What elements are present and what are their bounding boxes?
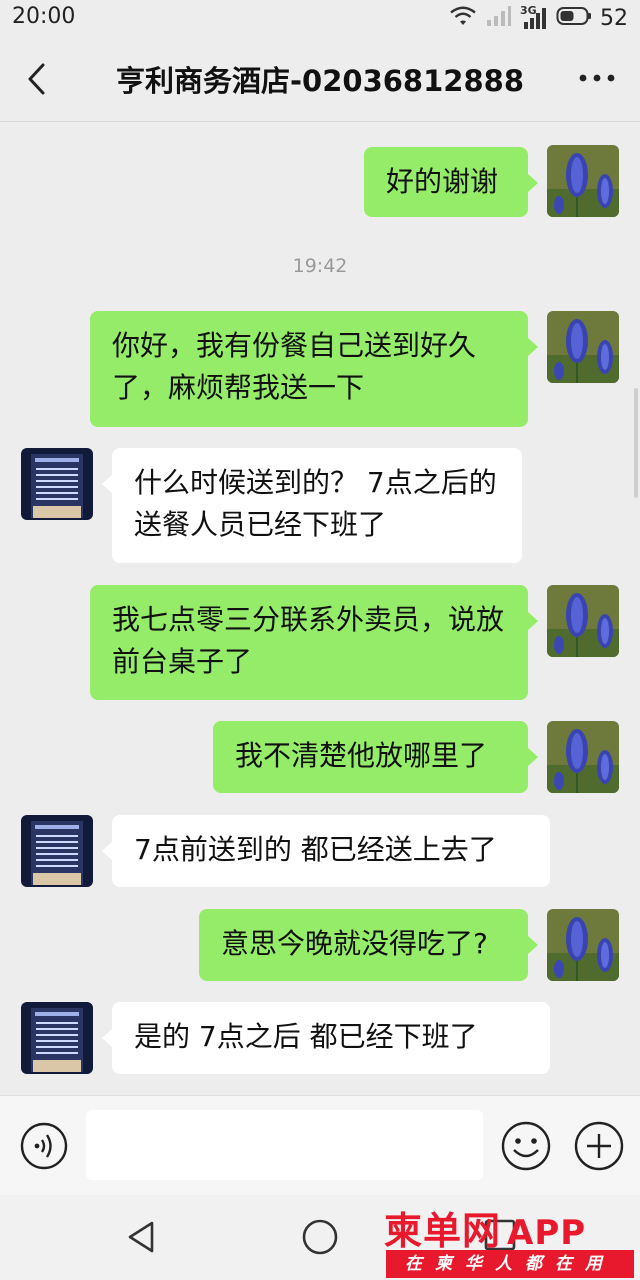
avatar[interactable] — [21, 448, 93, 520]
status-icons: 3G 52 — [448, 4, 628, 32]
message-input[interactable] — [86, 1110, 483, 1180]
nav-back-icon — [128, 1221, 154, 1253]
battery-level: 52 — [600, 5, 628, 31]
voice-button[interactable] — [20, 1122, 68, 1170]
scrollbar[interactable] — [634, 388, 638, 498]
signal-3g-icon: 3G — [520, 4, 548, 30]
plus-icon — [574, 1121, 624, 1171]
more-button[interactable] — [572, 58, 622, 98]
message-bubble-outgoing[interactable]: 意思今晚就没得吃了? — [199, 909, 538, 981]
watermark-brand: 柬单网 — [384, 1209, 502, 1253]
message-bubble-outgoing[interactable]: 我不清楚他放哪里了 — [213, 721, 538, 793]
chat-header: 亨利商务酒店-02036812888 — [0, 36, 640, 122]
more-functions-button[interactable] — [573, 1120, 625, 1172]
nav-back-button[interactable] — [124, 1219, 160, 1255]
chat-title: 亨利商务酒店-02036812888 — [116, 64, 524, 98]
watermark-main: 柬单网 APP — [384, 1200, 586, 1255]
message-bubble-outgoing[interactable]: 你好，我有份餐自己送到好久了，麻烦帮我送一下 — [90, 311, 538, 427]
status-time: 20:00 — [12, 4, 76, 29]
message-bubble-incoming[interactable]: 什么时候送到的？ 7点之后的 送餐人员已经下班了 — [102, 448, 522, 563]
more-dots-icon — [579, 74, 615, 82]
chevron-left-icon — [28, 63, 45, 95]
avatar[interactable] — [547, 909, 619, 981]
watermark-app: APP — [507, 1213, 587, 1253]
nav-home-icon — [302, 1219, 338, 1255]
back-button[interactable] — [14, 54, 58, 104]
watermark-slogan: 在柬华人都在用 — [386, 1250, 634, 1278]
avatar[interactable] — [547, 311, 619, 383]
nav-home-button[interactable] — [301, 1218, 339, 1256]
status-bar: 20:00 3G 52 — [0, 0, 640, 36]
message-input-bar — [0, 1095, 640, 1195]
message-timestamp: 19:42 — [292, 255, 348, 277]
battery-icon — [556, 5, 592, 31]
avatar[interactable] — [547, 721, 619, 793]
avatar[interactable] — [547, 585, 619, 657]
message-bubble-outgoing[interactable]: 好的谢谢 — [364, 147, 538, 217]
watermark-logo: 柬单网 APP 在柬华人都在用 — [384, 1200, 636, 1280]
avatar[interactable] — [21, 1002, 93, 1074]
message-bubble-incoming[interactable]: 是的 7点之后 都已经下班了 — [102, 1002, 550, 1074]
signal-icon — [486, 5, 512, 31]
emoji-icon — [501, 1121, 551, 1171]
voice-icon — [20, 1122, 68, 1170]
message-bubble-incoming[interactable]: 7点前送到的 都已经送上去了 — [102, 815, 550, 887]
message-bubble-outgoing[interactable]: 我七点零三分联系外卖员，说放前台桌子了 — [90, 585, 538, 700]
wifi-icon — [448, 4, 478, 32]
avatar[interactable] — [547, 145, 619, 217]
emoji-button[interactable] — [500, 1120, 552, 1172]
avatar[interactable] — [21, 815, 93, 887]
message-list[interactable]: 好的谢谢 19:42 你好，我有份餐自己送到好久了，麻烦帮我送一下 什么时候送到… — [0, 123, 640, 1095]
